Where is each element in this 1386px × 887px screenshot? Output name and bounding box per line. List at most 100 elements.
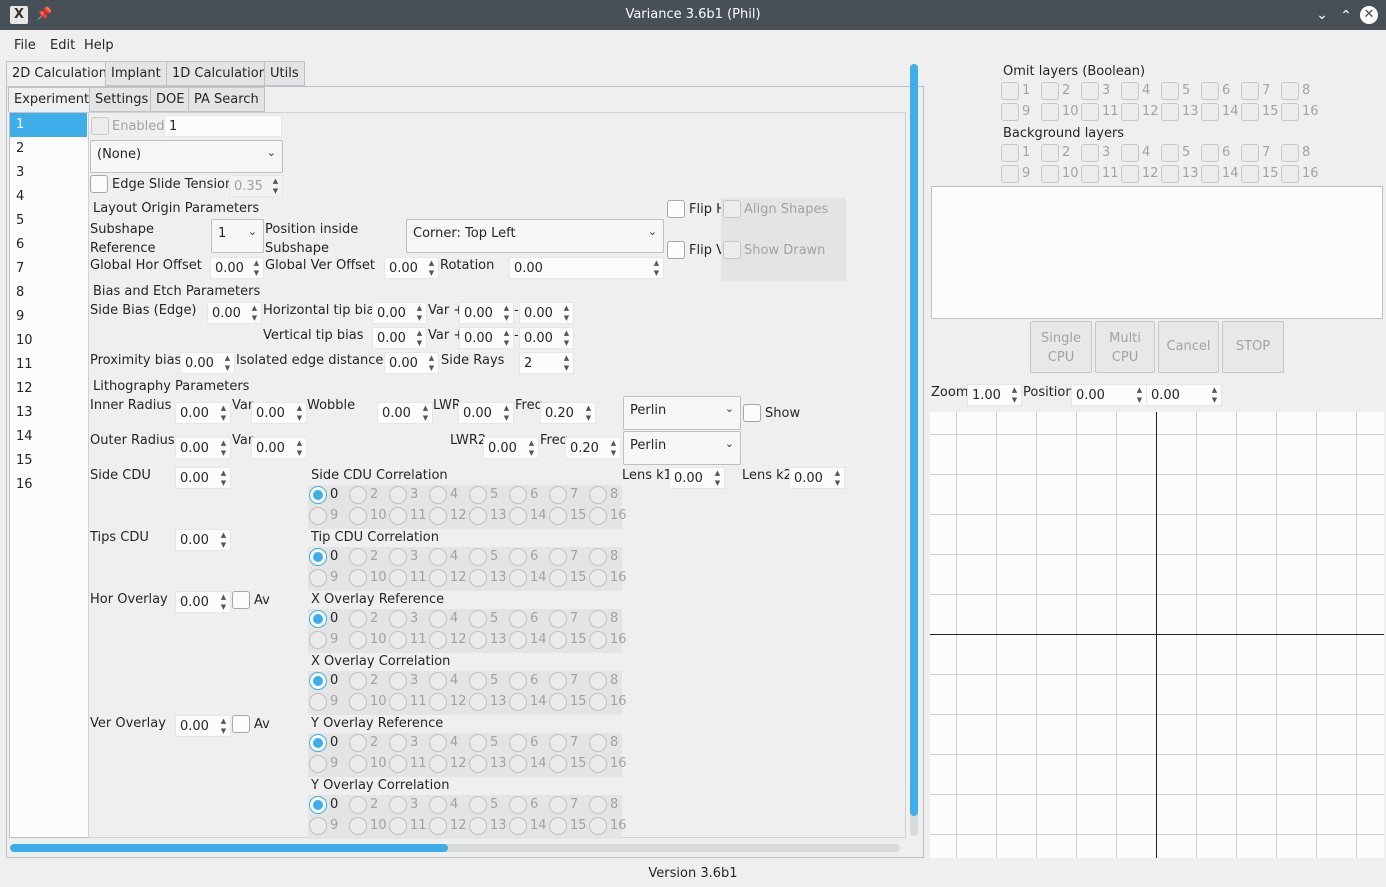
omit-layer-checkbox[interactable] (1121, 103, 1139, 121)
correlation-radio[interactable] (549, 548, 567, 566)
cancel-button[interactable]: Cancel (1158, 321, 1219, 373)
maximize-icon[interactable]: ⌃ (1337, 6, 1355, 24)
horizontal-scrollbar[interactable] (10, 844, 900, 852)
enabled-checkbox[interactable] (91, 117, 109, 135)
correlation-radio[interactable] (509, 755, 527, 773)
vertical-scrollbar-thumb[interactable] (910, 64, 918, 816)
correlation-radio[interactable] (509, 734, 527, 752)
correlation-radio[interactable] (509, 548, 527, 566)
omit-layer-checkbox[interactable] (1241, 103, 1259, 121)
correlation-radio[interactable] (389, 796, 407, 814)
tab-1d-calculation[interactable]: 1D Calculation (166, 61, 273, 86)
correlation-radio[interactable] (429, 631, 447, 649)
layer-list-item[interactable]: 16 (10, 473, 87, 497)
correlation-radio[interactable] (589, 796, 607, 814)
stop-button[interactable]: STOP (1222, 321, 1284, 373)
correlation-radio[interactable] (509, 796, 527, 814)
layer-name-input[interactable]: 1 (164, 115, 282, 137)
outer-radius-spinbox[interactable]: 0.00 ▲ ▼ (175, 437, 231, 459)
side-cdu-spinbox[interactable]: 0.00 ▲ ▼ (175, 467, 231, 489)
correlation-radio[interactable] (589, 569, 607, 587)
log-output[interactable] (931, 186, 1383, 319)
correlation-radio[interactable] (549, 817, 567, 835)
background-layer-checkbox[interactable] (1241, 144, 1259, 162)
tab-2d-calculation[interactable]: 2D Calculation (6, 61, 113, 86)
flip-v-checkbox[interactable] (667, 241, 685, 259)
tab-doe[interactable]: DOE (150, 87, 191, 112)
ver-var-plus-spinbox[interactable]: 0.00 ▲ ▼ (459, 327, 514, 349)
correlation-radio[interactable] (349, 486, 367, 504)
position-y-spinbox[interactable]: 0.00 ▲ ▼ (1146, 384, 1222, 406)
correlation-radio[interactable] (429, 486, 447, 504)
layer-list-item[interactable]: 4 (10, 185, 87, 209)
noise1-select[interactable]: Perlin ⌄ (623, 396, 741, 430)
omit-layer-checkbox[interactable] (1161, 82, 1179, 100)
correlation-radio[interactable] (349, 672, 367, 690)
background-layer-checkbox[interactable] (1041, 144, 1059, 162)
correlation-radio[interactable] (469, 631, 487, 649)
correlation-radio[interactable] (509, 672, 527, 690)
lwr2-spinbox[interactable]: 0.00 ▲ ▼ (483, 437, 539, 459)
preview-viewport[interactable] (930, 412, 1384, 858)
lens-k1-spinbox[interactable]: 0.00 ▲ ▼ (669, 467, 725, 489)
correlation-radio[interactable] (349, 610, 367, 628)
layer-list-item[interactable]: 5 (10, 209, 87, 233)
layer-list-item[interactable]: 3 (10, 161, 87, 185)
layer-list-item[interactable]: 15 (10, 449, 87, 473)
show-drawn-checkbox[interactable] (723, 241, 741, 259)
correlation-radio[interactable] (429, 755, 447, 773)
correlation-radio[interactable] (549, 672, 567, 690)
correlation-radio[interactable] (309, 693, 327, 711)
correlation-radio[interactable] (589, 486, 607, 504)
omit-layer-checkbox[interactable] (1281, 82, 1299, 100)
correlation-radio[interactable] (589, 755, 607, 773)
omit-layer-checkbox[interactable] (1201, 82, 1219, 100)
global-ver-offset-spinbox[interactable]: 0.00 ▲ ▼ (384, 257, 439, 279)
lens-k2-spinbox[interactable]: 0.00 ▲ ▼ (789, 467, 845, 489)
menu-file[interactable]: File (14, 38, 36, 53)
inner-var-spinbox[interactable]: 0.00 ▲ ▼ (251, 402, 307, 424)
correlation-radio[interactable] (309, 548, 327, 566)
correlation-radio[interactable] (589, 507, 607, 525)
hor-overlay-av-checkbox[interactable] (232, 591, 250, 609)
correlation-radio[interactable] (429, 569, 447, 587)
background-layer-checkbox[interactable] (1081, 144, 1099, 162)
ver-overlay-spinbox[interactable]: 0.00 ▲ ▼ (175, 715, 231, 737)
correlation-radio[interactable] (549, 755, 567, 773)
layer-list-item[interactable]: 10 (10, 329, 87, 353)
background-layer-checkbox[interactable] (1161, 144, 1179, 162)
correlation-radio[interactable] (469, 734, 487, 752)
global-hor-offset-spinbox[interactable]: 0.00 ▲ ▼ (210, 257, 264, 279)
correlation-radio[interactable] (509, 569, 527, 587)
omit-layer-checkbox[interactable] (1041, 103, 1059, 121)
correlation-radio[interactable] (469, 548, 487, 566)
correlation-radio[interactable] (509, 507, 527, 525)
menu-help[interactable]: Help (84, 38, 114, 53)
omit-layer-checkbox[interactable] (1001, 82, 1019, 100)
background-layer-checkbox[interactable] (1001, 144, 1019, 162)
correlation-radio[interactable] (469, 569, 487, 587)
tab-implant[interactable]: Implant (105, 61, 167, 86)
correlation-radio[interactable] (429, 548, 447, 566)
correlation-radio[interactable] (549, 796, 567, 814)
correlation-radio[interactable] (429, 817, 447, 835)
correlation-radio[interactable] (509, 610, 527, 628)
correlation-radio[interactable] (309, 507, 327, 525)
correlation-radio[interactable] (309, 672, 327, 690)
minimize-icon[interactable]: ⌄ (1313, 6, 1331, 24)
correlation-radio[interactable] (349, 631, 367, 649)
layer-list-item[interactable]: 11 (10, 353, 87, 377)
correlation-radio[interactable] (549, 569, 567, 587)
position-inside-select[interactable]: Corner: Top Left ⌄ (406, 219, 664, 253)
background-layer-checkbox[interactable] (1281, 165, 1299, 183)
omit-layer-checkbox[interactable] (1001, 103, 1019, 121)
vertical-scrollbar[interactable] (910, 64, 918, 836)
side-bias-spinbox[interactable]: 0.00 ▲ ▼ (207, 302, 262, 324)
layer-list-item[interactable]: 14 (10, 425, 87, 449)
edge-slide-tension-checkbox[interactable] (90, 175, 108, 193)
background-layer-checkbox[interactable] (1121, 165, 1139, 183)
rotation-spinbox[interactable]: 0.00 ▲ ▼ (509, 257, 664, 279)
correlation-radio[interactable] (389, 693, 407, 711)
correlation-radio[interactable] (389, 631, 407, 649)
freq1-spinbox[interactable]: 0.20 ▲ ▼ (540, 402, 596, 424)
